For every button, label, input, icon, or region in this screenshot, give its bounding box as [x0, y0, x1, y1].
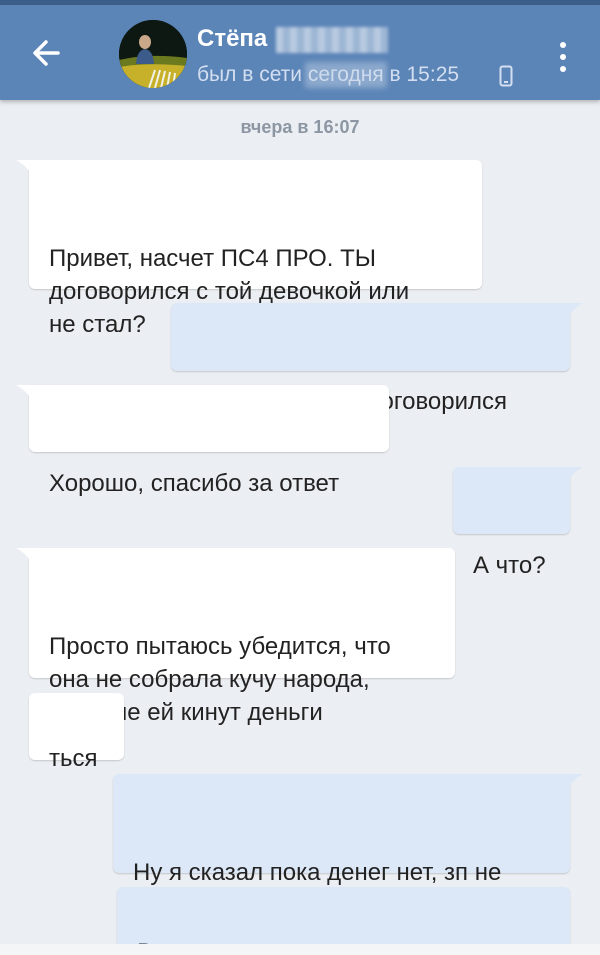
bubble-tail	[16, 160, 34, 178]
mobile-phone-icon	[499, 65, 513, 87]
back-arrow-icon	[33, 40, 60, 66]
more-button[interactable]	[549, 35, 577, 79]
message-bubble-outgoing[interactable]: Ну я сказал пока денег нет, зп не пришла	[113, 774, 583, 919]
message-text: А что?	[473, 552, 546, 579]
status-redaction	[305, 62, 387, 88]
avatar[interactable]	[119, 20, 187, 88]
message-bubble-incoming[interactable]: Просто пытаюсь убедится, что она не собр…	[16, 548, 455, 726]
message-text: ться	[49, 745, 98, 772]
screen-bottom-edge	[0, 944, 600, 955]
message-bubble-incoming[interactable]: ться	[29, 693, 124, 772]
date-separator: вчера в 16:07	[240, 117, 360, 137]
bubble-tail	[16, 548, 34, 566]
contact-name[interactable]: Стёпа	[197, 25, 267, 53]
back-button[interactable]	[22, 30, 72, 76]
message-bubble-incoming[interactable]: Привет, насчет ПС4 ПРО. ТЫ договорился с…	[16, 160, 482, 338]
more-vertical-icon	[560, 42, 566, 72]
avatar-photo	[119, 20, 187, 88]
message-text: Хорошо, спасибо за ответ	[49, 470, 340, 497]
message-bubble-outgoing[interactable]: А что?	[453, 467, 583, 579]
bubble-tail	[16, 385, 34, 403]
bubble-tail	[565, 467, 583, 485]
message-bubble-outgoing[interactable]: Привет. Нет, не договорился	[171, 303, 583, 415]
name-redaction	[276, 27, 388, 53]
chat-header: Стёпа был в сети сегодня в 15:25	[0, 5, 600, 100]
message-bubble-incoming[interactable]: Хорошо, спасибо за ответ	[16, 385, 389, 497]
bubble-tail	[565, 303, 583, 321]
bubble-tail	[565, 774, 583, 792]
